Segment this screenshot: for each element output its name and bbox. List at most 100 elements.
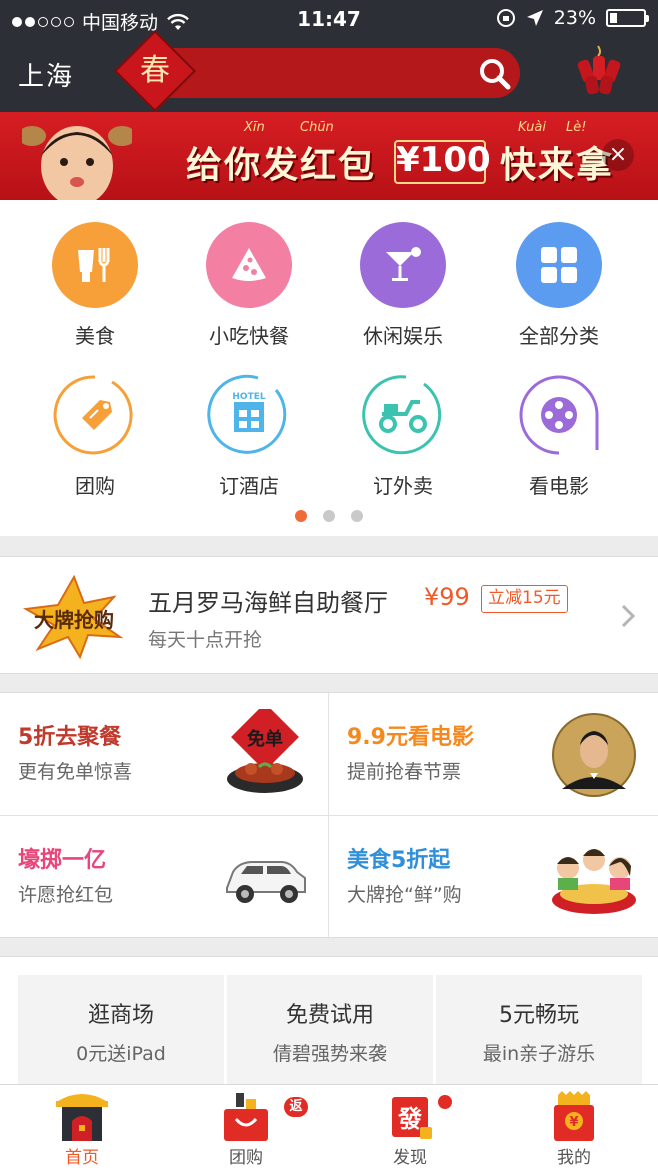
card-subtitle: 倩碧强势来袭 (272, 1043, 387, 1065)
promo-discount-tag: 立减15元 (481, 585, 568, 613)
red-envelope-icon: ¥ (554, 1091, 594, 1141)
category-label: 订酒店 (219, 474, 279, 498)
search-icon[interactable] (476, 56, 512, 92)
actor-portrait-image (552, 713, 636, 797)
category-hotel[interactable]: HOTEL 订酒店 (174, 372, 324, 499)
category-all[interactable]: 全部分类 (484, 222, 634, 349)
pizza-slice-icon (206, 222, 292, 308)
card-title: 5元畅玩 (499, 1003, 579, 1028)
page-dot[interactable] (351, 510, 363, 522)
svg-text:發: 發 (397, 1104, 422, 1133)
category-groupbuy[interactable]: 团购 (20, 372, 170, 499)
deal-title: 美食5折起 (347, 848, 451, 873)
category-movie[interactable]: 看电影 (484, 372, 634, 499)
tag-icon (52, 372, 138, 458)
hotel-icon: HOTEL (206, 372, 292, 458)
category-label: 美食 (75, 324, 115, 348)
home-gate-icon (56, 1094, 108, 1141)
battery-percent: 23% (553, 7, 596, 29)
category-label: 全部分类 (519, 324, 599, 348)
deal-subtitle: 许愿抢红包 (18, 884, 114, 906)
family-dinner-image (552, 849, 636, 914)
svg-text:¥: ¥ (569, 1115, 578, 1130)
rotation-lock-icon (496, 9, 515, 27)
svg-text:免单: 免单 (247, 728, 283, 750)
card-title: 逛商场 (87, 1003, 154, 1028)
category-leisure[interactable]: 休闲娱乐 (328, 222, 478, 349)
city-selector[interactable]: 上海 (18, 56, 74, 93)
category-grid: 美食 小吃快餐 休闲娱乐 全部分类 团购 HOTEL 订酒店 订外卖 看电影 (0, 200, 658, 536)
category-label: 团购 (75, 474, 115, 498)
tab-label: 我的 (557, 1148, 591, 1168)
pinyin-4: Lè! (566, 120, 587, 135)
category-label: 小吃快餐 (209, 324, 289, 348)
deal-food-discount[interactable]: 美食5折起 大牌抢“鲜”购 (329, 816, 658, 939)
activity-cards: 逛商场 0元送iPad 免费试用 倩碧强势来袭 5元畅玩 最in亲子游乐 (0, 956, 658, 1085)
hotel-icon-text: HOTEL (232, 392, 265, 402)
red-envelope-banner[interactable]: Xīn Chūn Kuài Lè! 给你发红包 ¥100 快来拿 (0, 112, 658, 200)
deal-subtitle: 提前抢春节票 (347, 761, 462, 783)
page-dot[interactable] (295, 510, 307, 522)
cocktail-icon (360, 222, 446, 308)
page-indicator[interactable] (0, 510, 658, 522)
tab-home[interactable]: 首页 (0, 1085, 164, 1170)
tab-bar: 首页 返 团购 發 发现 ¥ 我的 (0, 1084, 658, 1170)
category-label: 休闲娱乐 (363, 324, 443, 348)
flash-sale-promo[interactable]: 大牌抢购 五月罗马海鲜自助餐厅 ¥99 立减15元 每天十点开抢 (0, 556, 658, 674)
card-subtitle: 最in亲子游乐 (482, 1043, 596, 1065)
tab-label: 团购 (229, 1148, 263, 1168)
food-icon (52, 222, 138, 308)
fa-tile-icon: 發 (392, 1097, 432, 1139)
deal-subtitle: 大牌抢“鲜”购 (347, 884, 462, 906)
firecracker-icon[interactable] (576, 44, 622, 96)
free-meal-dish-image: 免单 (227, 709, 303, 793)
battery-icon (606, 9, 649, 27)
banner-text-left: 给你发红包 (186, 145, 377, 186)
deal-title: 壕掷一亿 (18, 848, 107, 873)
deal-group-dinner[interactable]: 5折去聚餐 更有免单惊喜 免单 (0, 693, 329, 816)
kid-face-illustration (22, 126, 132, 200)
card-free-trial[interactable]: 免费试用 倩碧强势来袭 (227, 975, 433, 1085)
notification-dot (438, 1095, 452, 1109)
search-bar[interactable] (142, 48, 520, 98)
card-mall[interactable]: 逛商场 0元送iPad (18, 975, 224, 1085)
deal-title: 5折去聚餐 (18, 725, 122, 750)
deal-title: 9.9元看电影 (347, 725, 474, 750)
status-bar: 中国移动 11:47 23% (0, 0, 658, 38)
pinyin-3: Kuài (518, 120, 546, 135)
tab-label: 发现 (393, 1148, 427, 1168)
category-food[interactable]: 美食 (20, 222, 170, 349)
category-snack[interactable]: 小吃快餐 (174, 222, 324, 349)
flash-sale-badge: 大牌抢购 (22, 575, 124, 659)
banner-close-button[interactable]: × (602, 139, 634, 171)
pinyin-2: Chūn (300, 120, 334, 135)
pinyin-1: Xīn (244, 120, 265, 135)
tab-groupbuy[interactable]: 返 团购 (164, 1085, 328, 1170)
scooter-icon (360, 372, 446, 458)
svg-text:大牌抢购: 大牌抢购 (34, 608, 114, 632)
spring-badge-text: 春 (140, 53, 170, 88)
card-subtitle: 0元送iPad (76, 1043, 166, 1065)
grid-icon (516, 222, 602, 308)
deals-grid: 5折去聚餐 更有免单惊喜 免单 9.9元看电影 提前抢春节票 壕掷一亿 许愿抢红… (0, 692, 658, 939)
promo-price: ¥99 (424, 583, 470, 611)
promo-subtitle: 每天十点开抢 (148, 629, 263, 651)
divider (328, 693, 329, 939)
page-dot[interactable] (323, 510, 335, 522)
category-takeout[interactable]: 订外卖 (328, 372, 478, 499)
tab-mine[interactable]: ¥ 我的 (492, 1085, 656, 1170)
deal-movie[interactable]: 9.9元看电影 提前抢春节票 (329, 693, 658, 816)
card-family-play[interactable]: 5元畅玩 最in亲子游乐 (436, 975, 642, 1085)
shopping-bag-icon (224, 1093, 268, 1141)
tab-discover[interactable]: 發 发现 (328, 1085, 492, 1170)
card-title: 免费试用 (285, 1003, 374, 1028)
deal-red-packet[interactable]: 壕掷一亿 许愿抢红包 (0, 816, 329, 939)
top-bar: 中国移动 11:47 23% 上海 春 (0, 0, 658, 113)
category-label: 看电影 (529, 474, 589, 498)
film-reel-icon (516, 372, 602, 458)
deal-subtitle: 更有免单惊喜 (18, 761, 133, 783)
category-label: 订外卖 (373, 474, 433, 498)
location-icon (526, 10, 543, 26)
rebate-badge: 返 (284, 1097, 308, 1117)
tab-label: 首页 (65, 1148, 99, 1168)
